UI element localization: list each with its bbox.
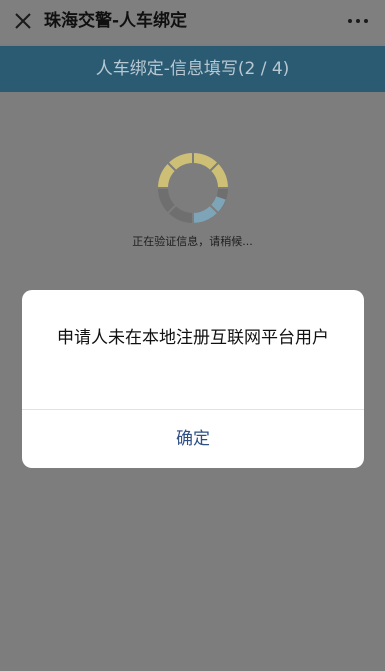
page-title: 人车绑定-信息填写(2 / 4) — [0, 46, 385, 92]
dialog-message: 申请人未在本地注册互联网平台用户 — [57, 328, 329, 348]
window-top-bar: 珠海交警-人车绑定 — [0, 0, 385, 44]
window-title: 珠海交警-人车绑定 — [44, 11, 188, 31]
alert-dialog: 申请人未在本地注册互联网平台用户 确定 — [22, 290, 364, 468]
more-dots-icon — [356, 19, 360, 23]
close-icon — [15, 13, 31, 29]
loading-spinner-icon — [157, 152, 229, 224]
confirm-button[interactable]: 确定 — [22, 410, 364, 468]
more-dots-icon — [348, 19, 352, 23]
more-dots-icon — [364, 19, 368, 23]
close-button[interactable] — [8, 6, 38, 36]
more-button[interactable] — [343, 8, 373, 34]
loading-message: 正在验证信息，请稍候... — [132, 235, 253, 248]
